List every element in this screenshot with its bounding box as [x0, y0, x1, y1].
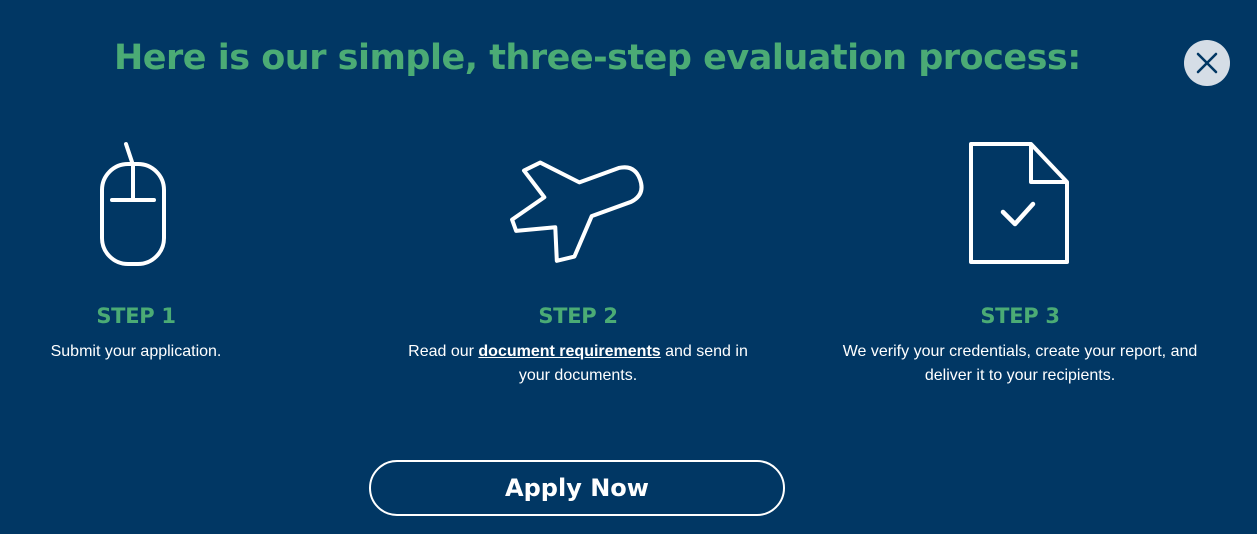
step-2: STEP 2 Read our document requirements an… [398, 140, 758, 388]
close-button[interactable] [1184, 40, 1230, 86]
document-check-icon [969, 142, 1069, 264]
evaluation-process-modal: Here is our simple, three-step evaluatio… [0, 0, 1257, 534]
step-1-title: STEP 1 [96, 304, 176, 328]
step-1-description: Submit your application. [50, 343, 222, 360]
step-3-title: STEP 3 [980, 304, 1060, 328]
step-3-icon-wrapper [838, 140, 1202, 268]
apply-now-button[interactable]: Apply Now [369, 460, 785, 516]
step-3: STEP 3 We verify your credentials, creat… [838, 140, 1202, 388]
step-2-description: Read our document requirements and send … [398, 340, 758, 388]
step-1: STEP 1 Submit your application. [20, 140, 252, 364]
step-2-description-before: Read our [408, 343, 479, 360]
step-2-title: STEP 2 [538, 304, 618, 328]
close-icon [1196, 52, 1218, 74]
modal-headline: Here is our simple, three-step evaluatio… [114, 38, 1081, 78]
step-3-description: We verify your credentials, create your … [842, 343, 1198, 384]
mouse-icon [100, 142, 166, 266]
step-2-icon-wrapper [398, 140, 758, 268]
step-1-icon-wrapper [20, 140, 252, 268]
document-requirements-link[interactable]: document requirements [478, 343, 660, 360]
airplane-icon [510, 160, 644, 263]
